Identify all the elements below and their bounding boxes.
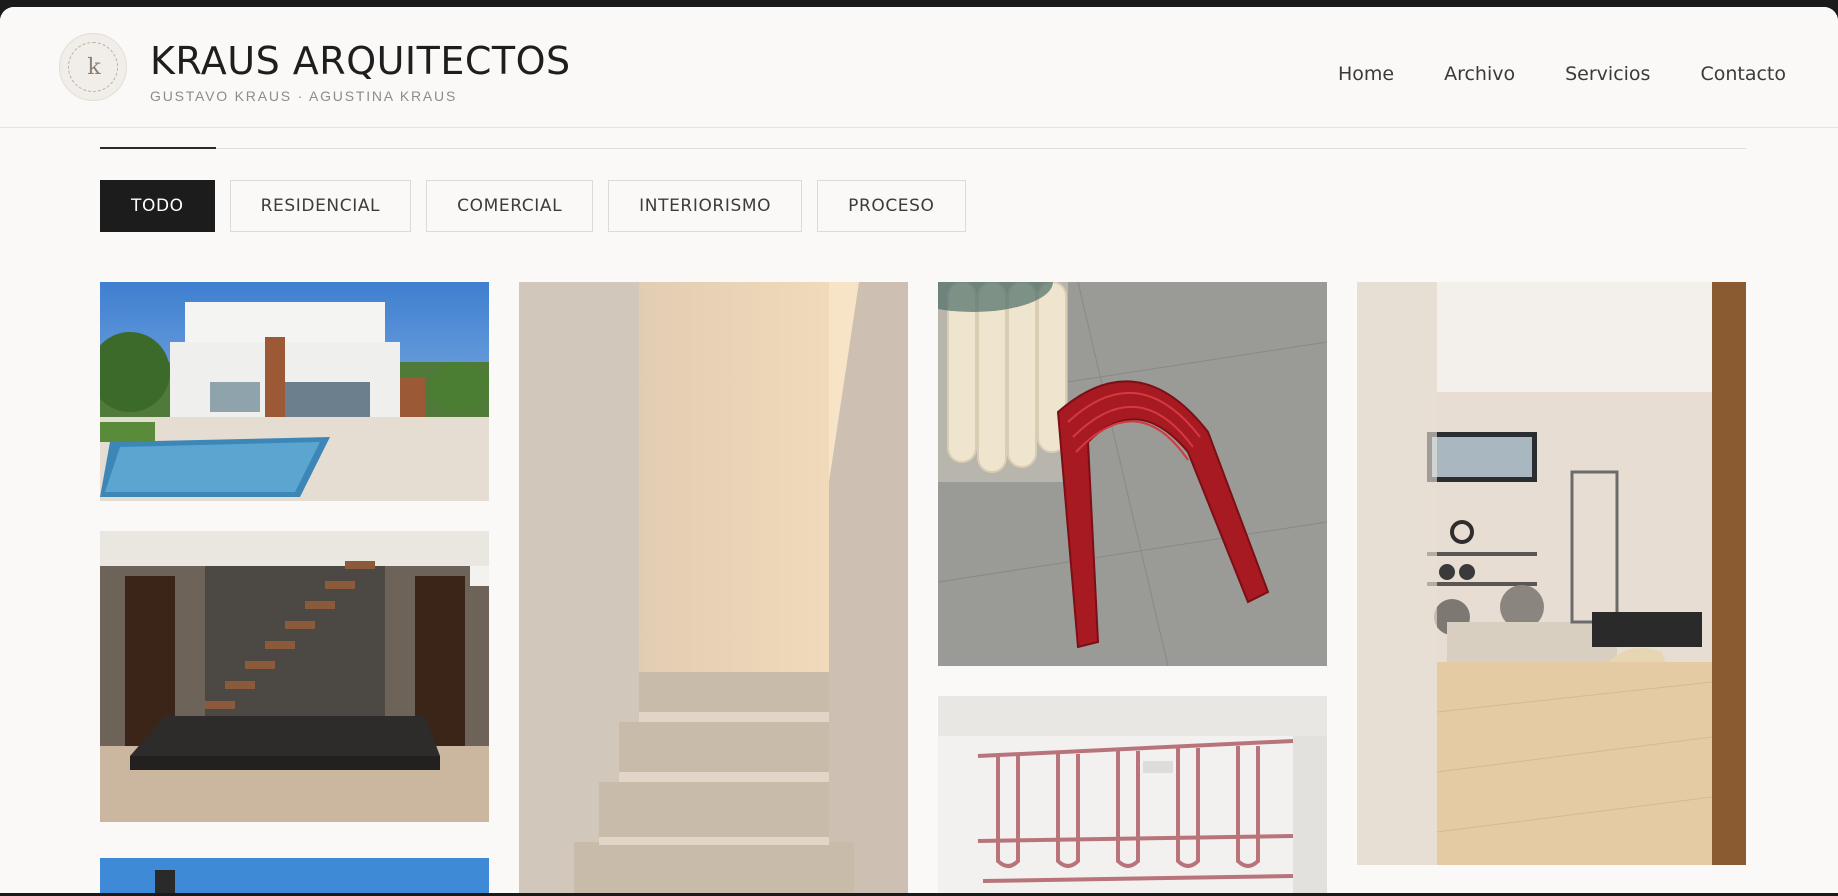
section-divider (100, 148, 1746, 149)
gallery-image-red-stool[interactable] (938, 282, 1327, 666)
filter-todo[interactable]: TODO (100, 180, 215, 232)
nav-item-home[interactable]: Home (1338, 63, 1394, 85)
gallery-image-stair-dark[interactable] (100, 531, 489, 822)
nav-item-archivo[interactable]: Archivo (1444, 63, 1515, 85)
brand-subtitle: GUSTAVO KRAUS · AGUSTINA KRAUS (150, 88, 458, 104)
filter-interiorismo[interactable]: INTERIORISMO (608, 180, 803, 232)
nav-item-servicios[interactable]: Servicios (1565, 63, 1650, 85)
section-divider-accent (100, 147, 216, 149)
gallery-image-pink-rack[interactable] (938, 696, 1327, 893)
filter-residencial[interactable]: RESIDENCIAL (229, 180, 412, 232)
main-nav: Home Archivo Servicios Contacto (1338, 63, 1786, 85)
filter-comercial[interactable]: COMERCIAL (426, 180, 594, 232)
filter-proceso[interactable]: PROCESO (817, 180, 966, 232)
brand-title[interactable]: KRAUS ARQUITECTOS (150, 39, 571, 83)
gallery-image-stair-beige[interactable] (519, 282, 908, 893)
page-frame: k KRAUS ARQUITECTOS GUSTAVO KRAUS · AGUS… (0, 7, 1838, 893)
site-header: k KRAUS ARQUITECTOS GUSTAVO KRAUS · AGUS… (0, 7, 1838, 128)
nav-item-contacto[interactable]: Contacto (1700, 63, 1786, 85)
gallery-image-house-pool[interactable] (100, 282, 489, 501)
logo-letter: k (87, 55, 101, 80)
filter-tabs: TODO RESIDENCIAL COMERCIAL INTERIORISMO … (100, 180, 966, 232)
gallery-image-exterior-blue[interactable] (100, 858, 489, 893)
gallery-image-pilates-room[interactable] (1357, 282, 1746, 865)
logo-icon[interactable]: k (59, 33, 127, 101)
